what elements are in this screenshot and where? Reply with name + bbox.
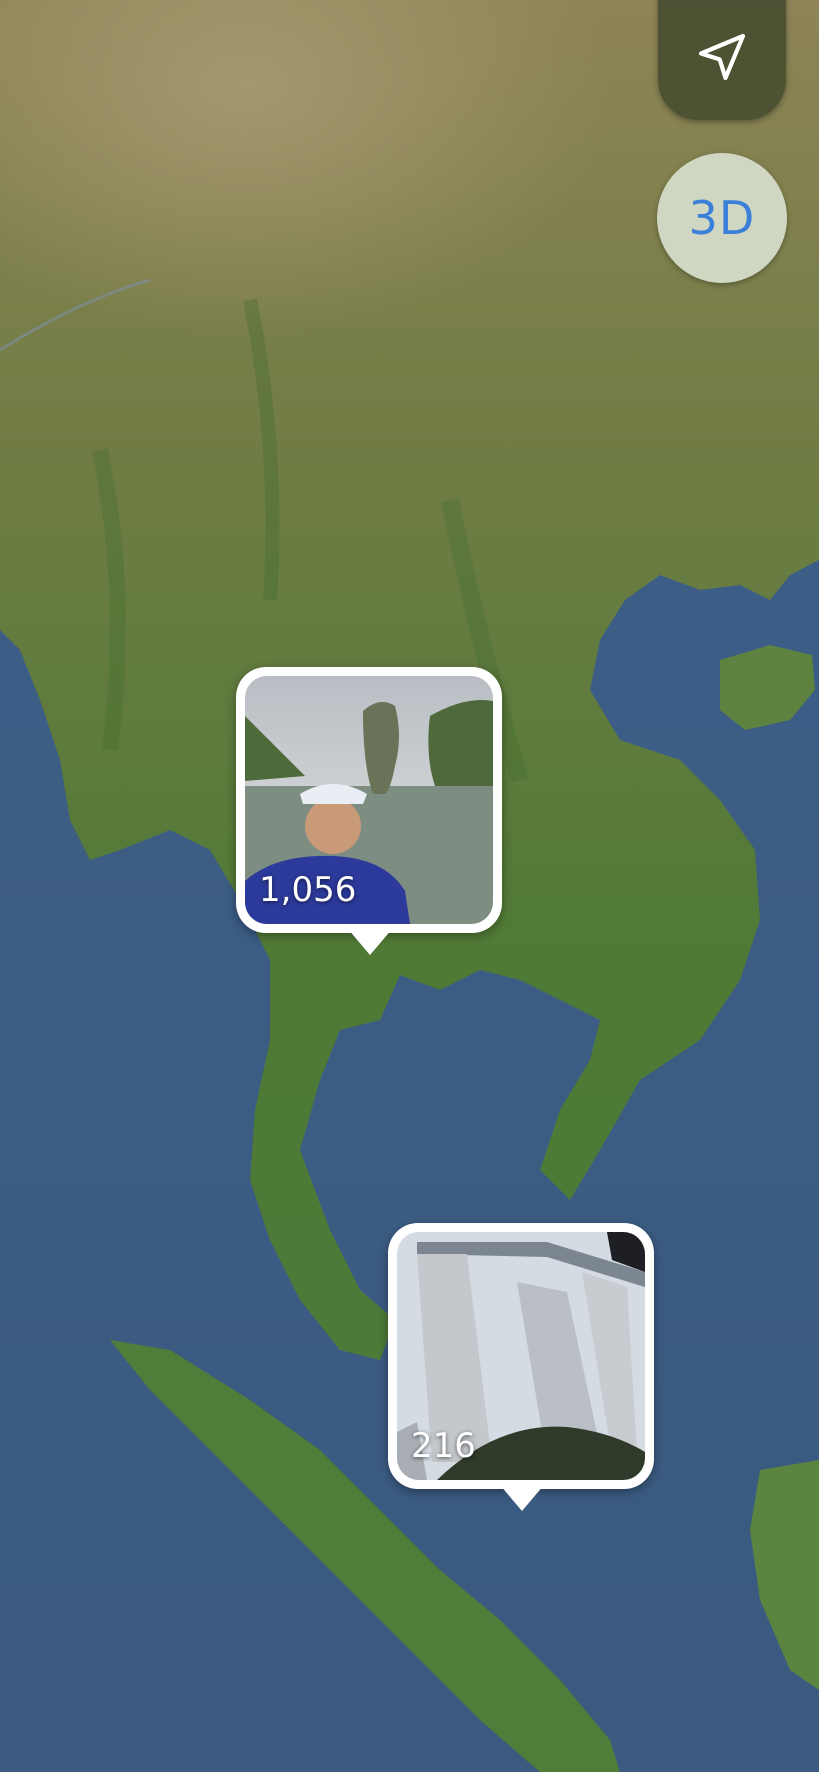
photo-count: 1,056 — [259, 870, 357, 910]
photo-map[interactable]: 3D 1,056 216 — [0, 0, 819, 1772]
3d-view-toggle[interactable]: 3D — [657, 153, 787, 283]
pin-pointer — [500, 1485, 544, 1511]
locate-me-button[interactable] — [658, 0, 786, 120]
location-arrow-icon — [698, 33, 746, 81]
3d-view-label: 3D — [688, 191, 756, 245]
photo-count: 216 — [411, 1426, 476, 1466]
pin-photo-thumbnail: 216 — [397, 1232, 645, 1480]
pin-pointer — [348, 929, 392, 955]
pin-photo-thumbnail: 1,056 — [245, 676, 493, 924]
